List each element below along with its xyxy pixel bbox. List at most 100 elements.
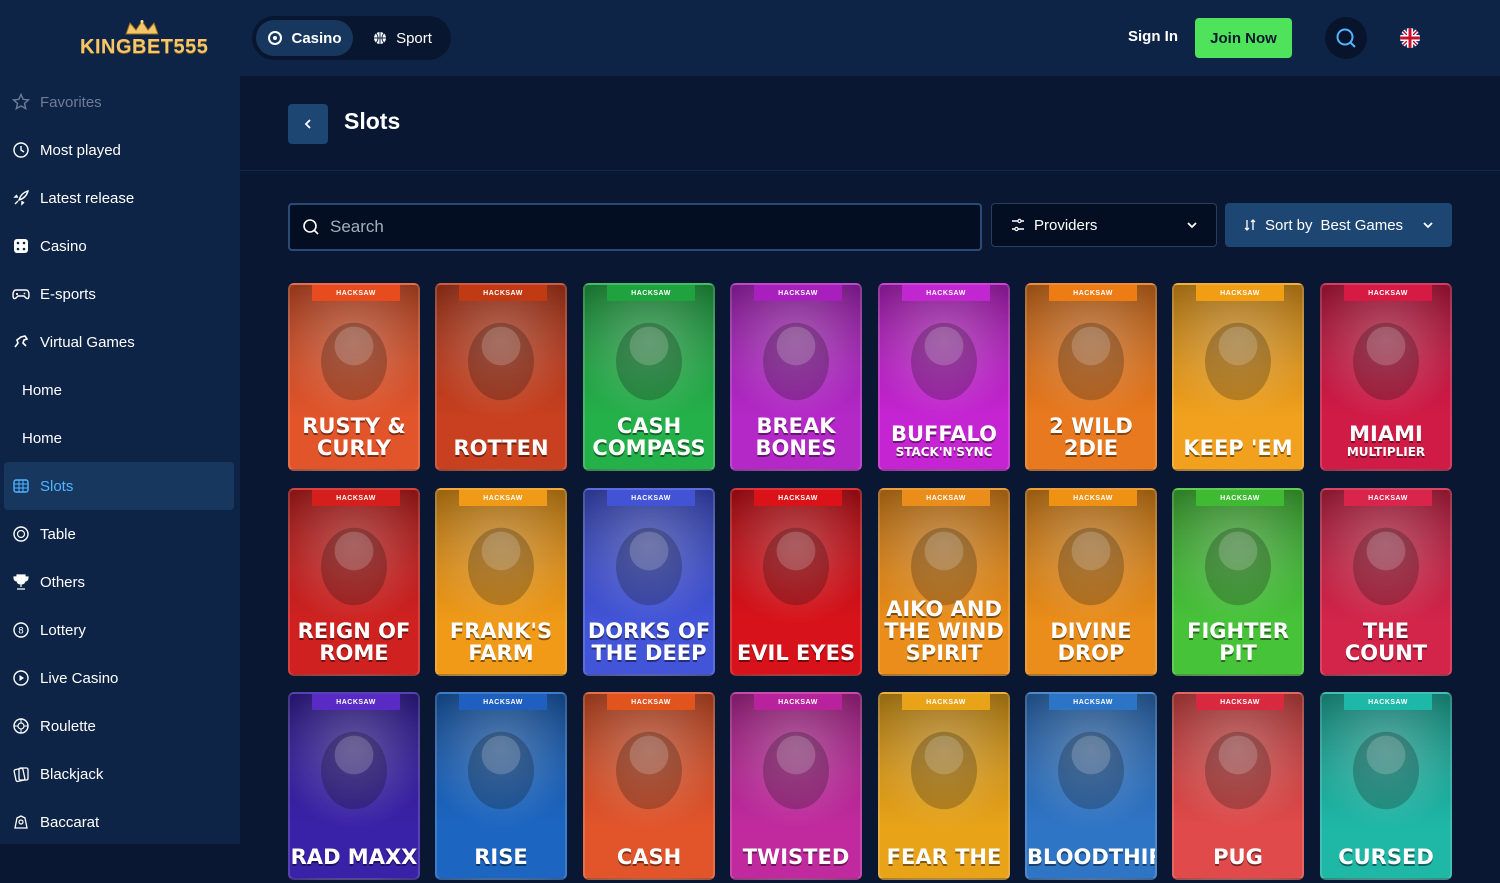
game-title-text: AIKO AND THE WIND SPIRIT — [884, 597, 1004, 665]
sidebar-item-home[interactable]: Home — [4, 366, 234, 414]
game-card[interactable]: HACKSAW CURSED — [1320, 692, 1452, 880]
game-title-text: BLOODTHIRST — [1027, 845, 1155, 869]
star-icon — [12, 93, 30, 111]
sort-dropdown[interactable]: Sort by Best Games — [1225, 203, 1452, 247]
slots-icon — [13, 479, 29, 493]
game-card[interactable]: HACKSAW DORKS OF THE DEEP — [583, 488, 715, 676]
provider-tag: HACKSAW — [459, 490, 547, 506]
provider-tag: HACKSAW — [607, 490, 695, 506]
game-card[interactable]: HACKSAW TWISTED — [730, 692, 862, 880]
game-card[interactable]: HACKSAW EVIL EYES — [730, 488, 862, 676]
game-title-text: ROTTEN — [453, 436, 549, 460]
back-button[interactable] — [288, 104, 328, 144]
uk-flag-icon[interactable] — [1400, 28, 1420, 48]
game-title: RUSTY & CURLY — [290, 415, 418, 459]
roulette-icon — [13, 718, 29, 734]
sidebar-item-esports[interactable]: E-sports — [4, 270, 234, 318]
sidebar-item-lottery[interactable]: 8 Lottery — [4, 606, 234, 654]
sort-label: Sort by — [1265, 216, 1313, 234]
game-card[interactable]: HACKSAW ROTTEN — [435, 283, 567, 471]
game-title: CASH — [585, 846, 713, 868]
crown-icon — [125, 20, 159, 35]
game-card[interactable]: HACKSAW CASH — [583, 692, 715, 880]
game-card[interactable]: HACKSAW BREAK BONES — [730, 283, 862, 471]
game-card[interactable]: HACKSAW REIGN OF ROME — [288, 488, 420, 676]
game-title: MIAMI MULTIPLIER — [1322, 423, 1450, 459]
sidebar-item-most-played[interactable]: Most played — [4, 126, 234, 174]
game-search[interactable] — [288, 203, 982, 251]
game-card[interactable]: HACKSAW FEAR THE — [878, 692, 1010, 880]
trophy-icon — [13, 574, 29, 590]
providers-dropdown[interactable]: Providers — [991, 203, 1217, 247]
game-title: PUG — [1174, 846, 1302, 868]
page-title: Slots — [344, 108, 401, 134]
game-card[interactable]: HACKSAW BLOODTHIRST — [1025, 692, 1157, 880]
game-title: THE COUNT — [1322, 620, 1450, 664]
sidebar-item-baccarat[interactable]: Baccarat — [4, 798, 234, 846]
join-now-button[interactable]: Join Now — [1195, 18, 1292, 58]
game-card[interactable]: HACKSAW RUSTY & CURLY — [288, 283, 420, 471]
game-title-text: KEEP 'EM — [1183, 436, 1293, 460]
game-card[interactable]: HACKSAW RAD MAXX — [288, 692, 420, 880]
casino-tab[interactable]: Casino — [256, 20, 353, 56]
sign-in-link[interactable]: Sign In — [1128, 28, 1178, 45]
provider-tag: HACKSAW — [754, 285, 842, 301]
game-card[interactable]: HACKSAW KEEP 'EM — [1172, 283, 1304, 471]
game-card[interactable]: HACKSAW 2 WILD 2DIE — [1025, 283, 1157, 471]
game-card[interactable]: HACKSAW RISE — [435, 692, 567, 880]
game-title-text: THE COUNT — [1344, 619, 1428, 665]
game-card[interactable]: HACKSAW DIVINE DROP — [1025, 488, 1157, 676]
sidebar-item-blackjack[interactable]: Blackjack — [4, 750, 234, 798]
sidebar-item-others[interactable]: Others — [4, 558, 234, 606]
game-title-text: CURSED — [1338, 845, 1434, 869]
game-title-text: EVIL EYES — [736, 641, 856, 665]
game-title: DORKS OF THE DEEP — [585, 620, 713, 664]
game-title: FRANK'S FARM — [437, 620, 565, 664]
sidebar-item-roulette[interactable]: Roulette — [4, 702, 234, 750]
game-title: 2 WILD 2DIE — [1027, 415, 1155, 459]
game-card[interactable]: HACKSAW AIKO AND THE WIND SPIRIT — [878, 488, 1010, 676]
sidebar-item-favorites[interactable]: Favorites — [4, 78, 234, 126]
game-title: BUFFALO STACK'N'SYNC — [880, 423, 1008, 459]
game-card[interactable]: HACKSAW MIAMI MULTIPLIER — [1320, 283, 1452, 471]
game-card[interactable]: HACKSAW BUFFALO STACK'N'SYNC — [878, 283, 1010, 471]
sidebar-item-label: Virtual Games — [40, 333, 135, 351]
sidebar-item-latest-release[interactable]: Latest release — [4, 174, 234, 222]
casino-tab-label: Casino — [291, 29, 342, 47]
sidebar-item-casino[interactable]: Casino — [4, 222, 234, 270]
sidebar-item-home-2[interactable]: Home — [4, 414, 234, 462]
provider-tag: HACKSAW — [902, 285, 990, 301]
search-button[interactable] — [1325, 17, 1367, 59]
logo[interactable]: KINGBET555 — [80, 20, 208, 60]
sport-tab[interactable]: Sport — [357, 20, 447, 56]
provider-tag: HACKSAW — [1344, 694, 1432, 710]
sidebar-item-label: Latest release — [40, 189, 135, 207]
sidebar-item-slots[interactable]: Slots — [4, 462, 234, 510]
dice-icon — [14, 239, 28, 253]
search-input[interactable] — [330, 217, 930, 237]
game-card[interactable]: HACKSAW CASH COMPASS — [583, 283, 715, 471]
game-title: EVIL EYES — [732, 642, 860, 664]
sidebar-item-label: Home — [22, 429, 63, 447]
game-title: CURSED — [1322, 846, 1450, 868]
game-card[interactable]: HACKSAW PUG — [1172, 692, 1304, 880]
chevron-down-icon — [1423, 222, 1433, 229]
top-bar: KINGBET555 Casino Sport Sign In Join Now — [0, 0, 1500, 76]
game-card[interactable]: HACKSAW FIGHTER PIT — [1172, 488, 1304, 676]
sidebar-item-label: Lottery — [40, 621, 86, 639]
sidebar-item-label: Slots — [40, 477, 74, 495]
game-card[interactable]: HACKSAW THE COUNT — [1320, 488, 1452, 676]
game-card[interactable]: HACKSAW FRANK'S FARM — [435, 488, 567, 676]
game-title-text: RAD MAXX — [290, 845, 418, 869]
sidebar-item-live-casino[interactable]: Live Casino — [4, 654, 234, 702]
sidebar-item-virtual-games[interactable]: Virtual Games — [4, 318, 234, 366]
sidebar-item-label: Others — [40, 573, 86, 591]
provider-tag: HACKSAW — [607, 285, 695, 301]
game-title: BREAK BONES — [732, 415, 860, 459]
game-title-text: CASH — [616, 845, 682, 869]
sidebar-item-table[interactable]: Table — [4, 510, 234, 558]
gamepad-icon — [12, 289, 30, 300]
game-title: RISE — [437, 846, 565, 868]
provider-tag: HACKSAW — [754, 490, 842, 506]
sidebar-item-label: Blackjack — [40, 765, 104, 783]
